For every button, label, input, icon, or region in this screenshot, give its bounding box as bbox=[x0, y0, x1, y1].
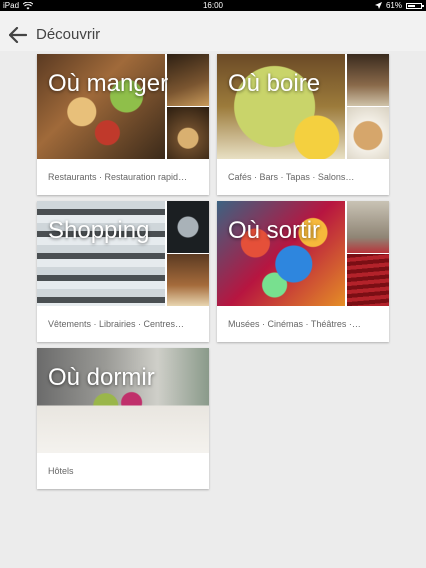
category-title: Où manger bbox=[48, 70, 169, 97]
location-arrow-icon bbox=[374, 2, 382, 9]
back-arrow-icon[interactable] bbox=[9, 27, 27, 43]
page-title: Découvrir bbox=[36, 26, 101, 43]
category-title: Où dormir bbox=[48, 364, 155, 391]
shopping-side-photo bbox=[167, 201, 209, 253]
outing-side-photo bbox=[347, 254, 389, 306]
drink-side-photo bbox=[347, 107, 389, 159]
category-title: Où sortir bbox=[228, 217, 321, 244]
shopping-side-photo bbox=[167, 254, 209, 306]
category-subcategories: Cafés · Bars · Tapas · Salons… bbox=[228, 172, 355, 182]
category-card-ou-dormir[interactable]: Où dormir Hôtels bbox=[37, 348, 209, 489]
outing-side-photo bbox=[347, 201, 389, 253]
category-subcategories: Musées · Cinémas · Théâtres ·… bbox=[228, 319, 361, 329]
category-card-ou-sortir[interactable]: Où sortir Musées · Cinémas · Théâtres ·… bbox=[217, 201, 389, 342]
clock: 16:00 bbox=[202, 1, 224, 10]
category-subcategories: Hôtels bbox=[48, 466, 74, 476]
category-subcategories: Restaurants · Restauration rapid… bbox=[48, 172, 188, 182]
status-bar: iPad 16:00 61% bbox=[0, 0, 426, 11]
category-title: Où boire bbox=[228, 70, 321, 97]
battery-icon bbox=[406, 2, 424, 9]
category-subcategories: Vêtements · Librairies · Centres… bbox=[48, 319, 185, 329]
food-side-photo bbox=[167, 54, 209, 106]
battery-fill bbox=[408, 4, 415, 7]
food-side-photo bbox=[167, 107, 209, 159]
header: Découvrir bbox=[0, 11, 426, 51]
category-card-ou-manger[interactable]: Où manger Restaurants · Restauration rap… bbox=[37, 54, 209, 195]
category-card-shopping[interactable]: Shopping Vêtements · Librairies · Centre… bbox=[37, 201, 209, 342]
battery-percent: 61% bbox=[385, 1, 402, 10]
drink-side-photo bbox=[347, 54, 389, 106]
category-title: Shopping bbox=[48, 217, 150, 244]
category-card-ou-boire[interactable]: Où boire Cafés · Bars · Tapas · Salons… bbox=[217, 54, 389, 195]
